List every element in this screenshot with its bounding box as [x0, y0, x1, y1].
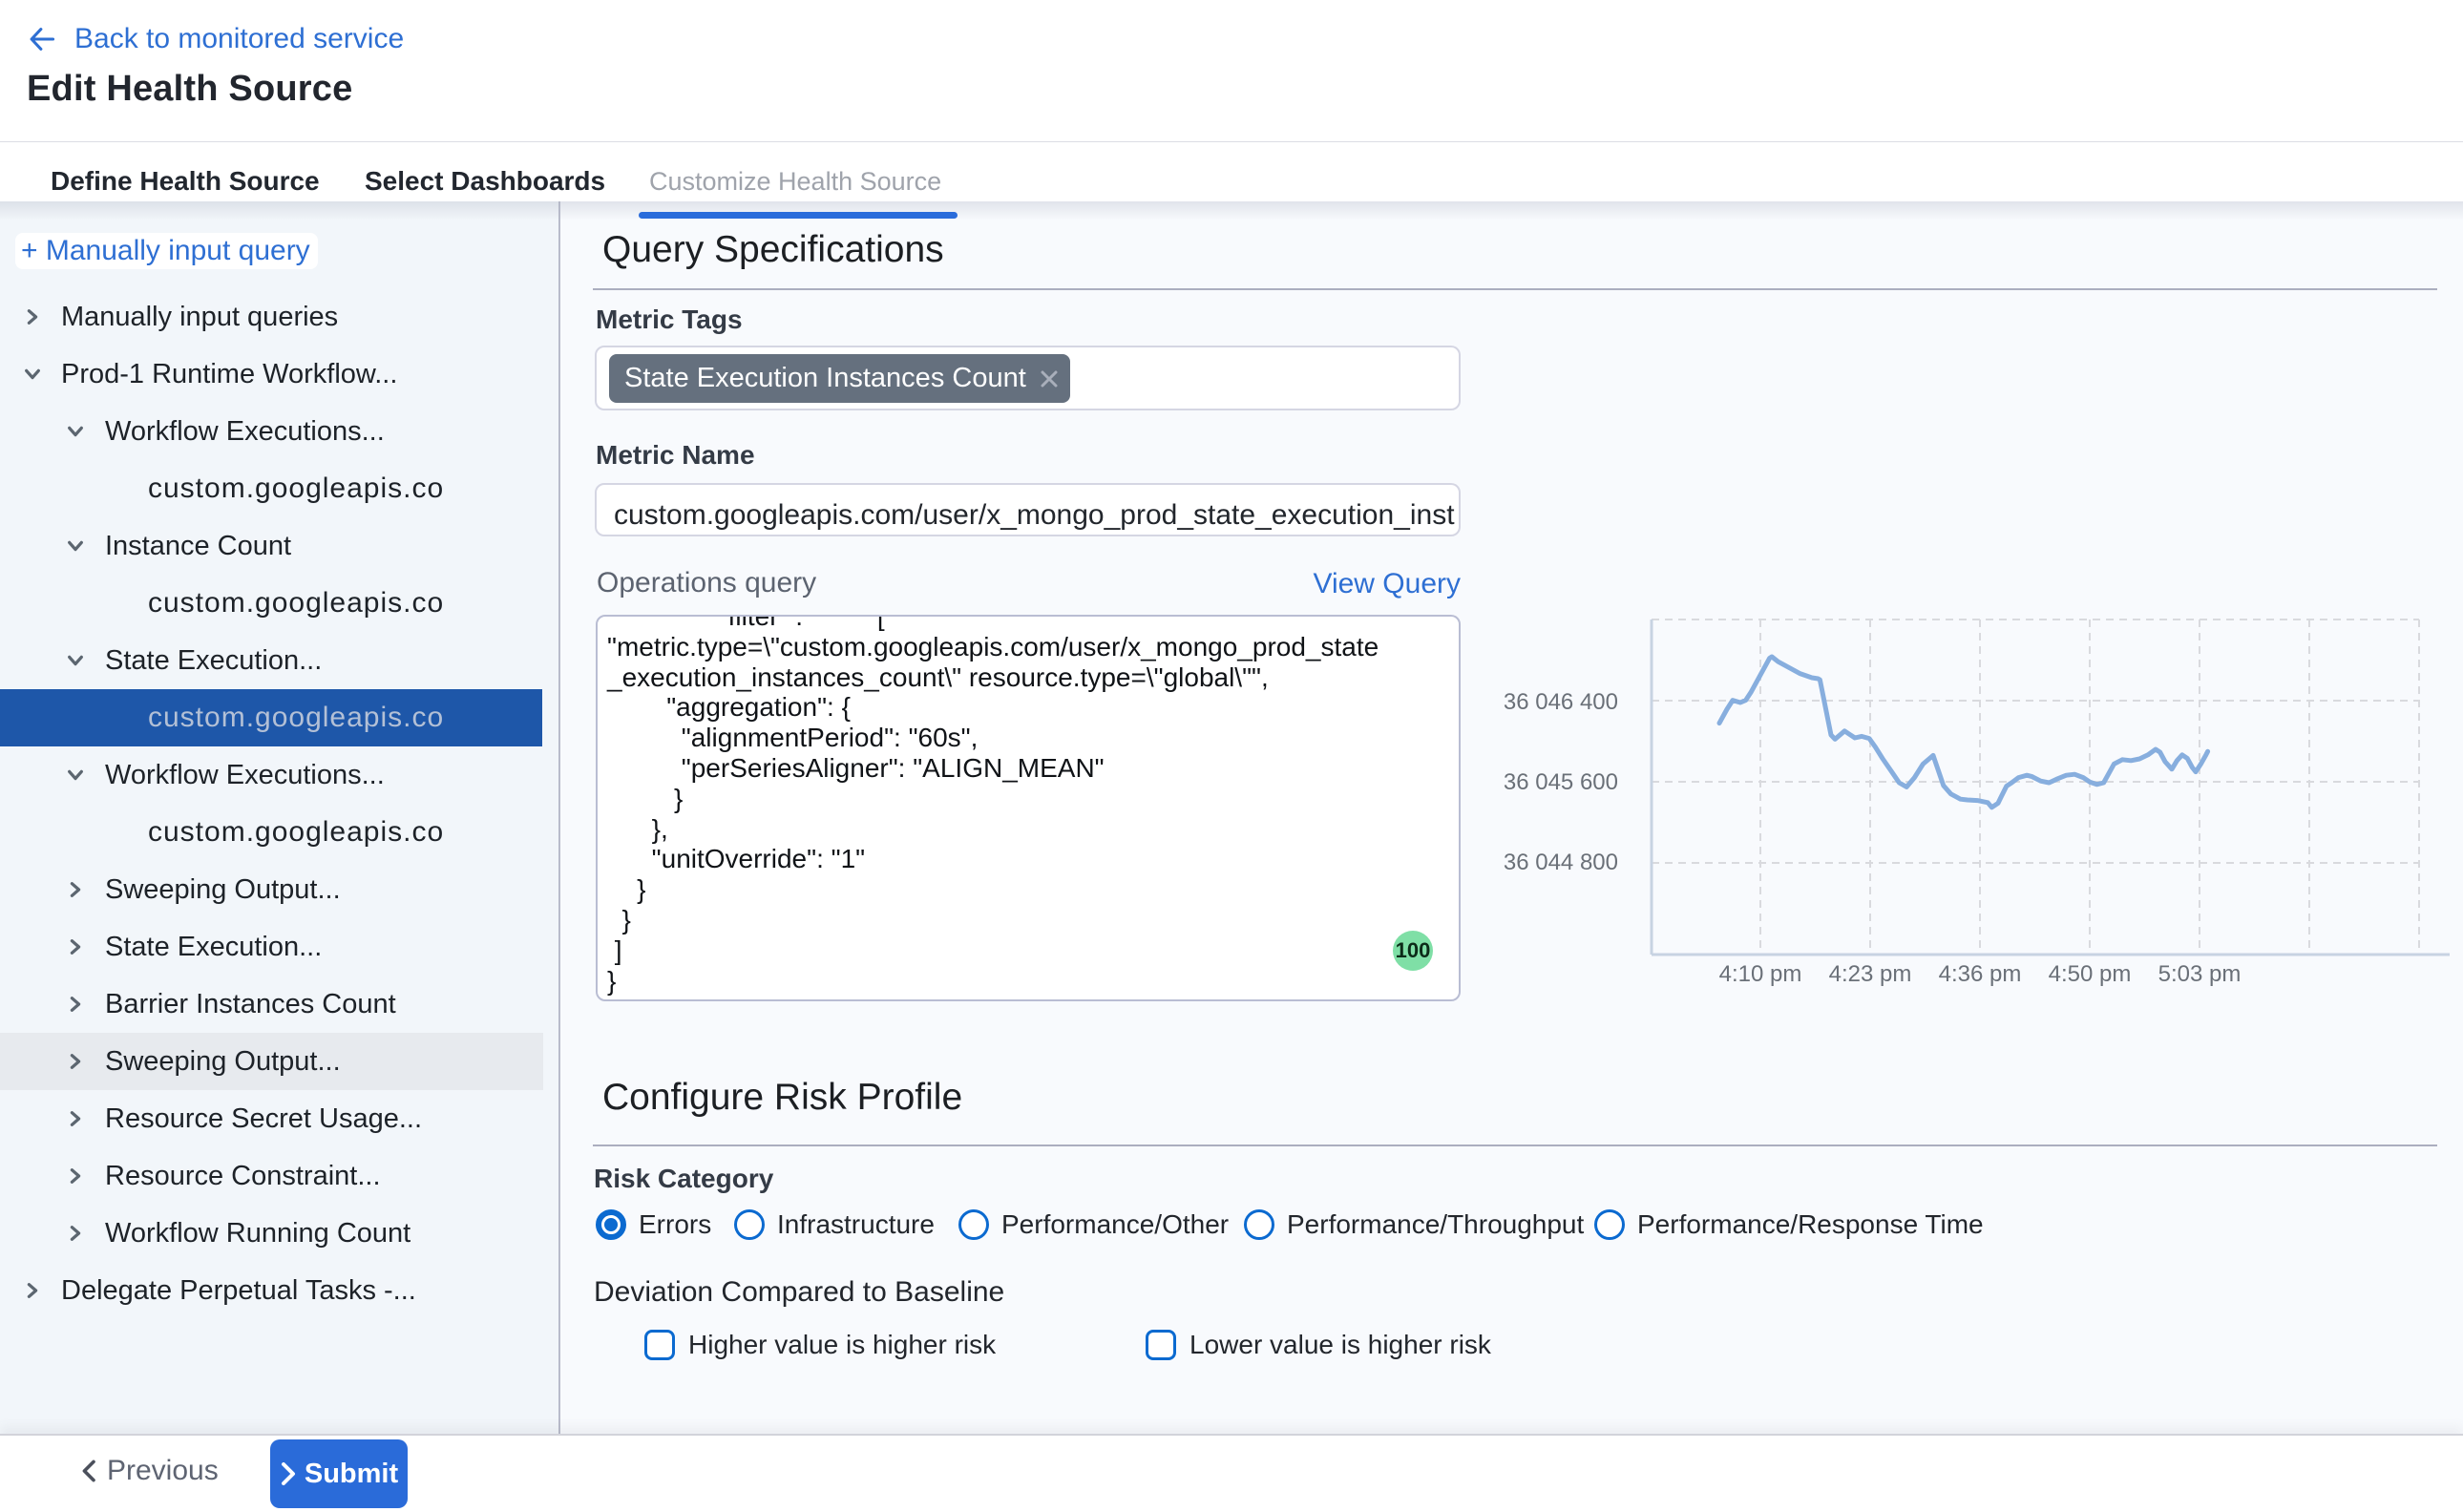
svg-text:36 044 800: 36 044 800: [1504, 850, 1618, 875]
svg-text:4:23 pm: 4:23 pm: [1829, 961, 1912, 987]
svg-text:4:10 pm: 4:10 pm: [1719, 961, 1802, 987]
svg-text:5:03 pm: 5:03 pm: [2158, 961, 2242, 987]
svg-text:4:50 pm: 4:50 pm: [2049, 961, 2132, 987]
svg-text:36 045 600: 36 045 600: [1504, 769, 1618, 795]
svg-text:36 046 400: 36 046 400: [1504, 689, 1618, 715]
svg-text:4:36 pm: 4:36 pm: [1939, 961, 2022, 987]
